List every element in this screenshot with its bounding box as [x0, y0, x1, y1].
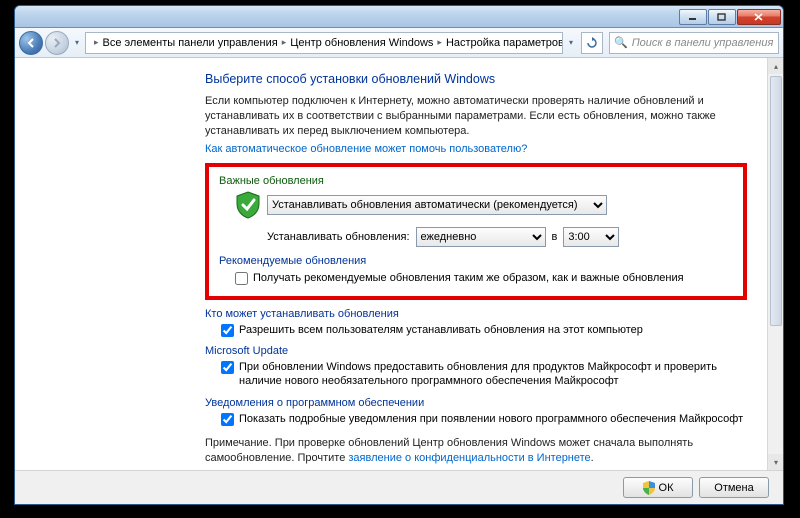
refresh-button[interactable]: [581, 32, 603, 54]
update-time-select[interactable]: 3:00: [563, 227, 619, 247]
breadcrumb-item[interactable]: Настройка параметров: [442, 37, 563, 49]
recommended-checkbox-label: Получать рекомендуемые обновления таким …: [253, 271, 684, 285]
uac-shield-icon: [643, 481, 655, 495]
window-frame: ▾ ▸ Все элементы панели управления ▸ Цен…: [14, 5, 784, 505]
msupdate-checkbox-label: При обновлении Windows предоставить обно…: [239, 360, 747, 389]
navigation-bar: ▾ ▸ Все элементы панели управления ▸ Цен…: [15, 28, 783, 58]
page-title: Выберите способ установки обновлений Win…: [205, 72, 747, 86]
privacy-link[interactable]: заявление о конфиденциальности в Интерне…: [348, 452, 590, 464]
intro-text: Если компьютер подключен к Интернету, мо…: [205, 94, 747, 139]
microsoft-update-label: Microsoft Update: [205, 345, 747, 357]
maximize-button[interactable]: [708, 9, 736, 25]
important-updates-label: Важные обновления: [219, 175, 733, 187]
content-area: ▴ ▾ Выберите способ установки обновлений…: [15, 58, 783, 470]
update-frequency-select[interactable]: ежедневно: [416, 227, 546, 247]
update-mode-select[interactable]: Устанавливать обновления автоматически (…: [267, 195, 607, 215]
address-dropdown[interactable]: ▾: [565, 33, 577, 53]
main-panel: Выберите способ установки обновлений Win…: [15, 58, 767, 470]
help-link[interactable]: Как автоматическое обновление может помо…: [205, 143, 527, 155]
allow-all-users-checkbox[interactable]: [221, 324, 234, 337]
cancel-button[interactable]: Отмена: [699, 477, 769, 498]
vertical-scrollbar[interactable]: ▴ ▾: [767, 58, 783, 470]
ok-button[interactable]: ОК: [623, 477, 693, 498]
software-notifications-label: Уведомления о программном обеспечении: [205, 397, 747, 409]
scroll-down-button[interactable]: ▾: [768, 454, 783, 470]
button-bar: ОК Отмена: [15, 470, 783, 504]
notifications-checkbox[interactable]: [221, 413, 234, 426]
close-button[interactable]: [737, 9, 781, 25]
breadcrumb-item[interactable]: Все элементы панели управления: [99, 37, 282, 49]
scroll-thumb[interactable]: [770, 76, 782, 326]
allow-all-users-label: Разрешить всем пользователям устанавлива…: [239, 323, 643, 337]
privacy-note: Примечание. При проверке обновлений Цент…: [205, 436, 747, 466]
highlighted-settings-box: Важные обновления Устанавливать обновлен…: [205, 163, 747, 300]
shield-icon: [235, 191, 261, 219]
who-can-install-label: Кто может устанавливать обновления: [205, 308, 747, 320]
at-label: в: [552, 231, 558, 243]
forward-button[interactable]: [45, 31, 69, 55]
search-placeholder: Поиск в панели управления: [632, 37, 774, 49]
search-input[interactable]: 🔍 Поиск в панели управления: [609, 32, 779, 54]
search-icon: 🔍: [614, 36, 628, 49]
minimize-button[interactable]: [679, 9, 707, 25]
address-bar[interactable]: ▸ Все элементы панели управления ▸ Центр…: [85, 32, 563, 54]
back-button[interactable]: [19, 31, 43, 55]
breadcrumb-item[interactable]: Центр обновления Windows: [286, 37, 437, 49]
titlebar[interactable]: [15, 6, 783, 28]
recommended-checkbox[interactable]: [235, 272, 248, 285]
scroll-up-button[interactable]: ▴: [768, 58, 783, 74]
notifications-checkbox-label: Показать подробные уведомления при появл…: [239, 412, 743, 426]
nav-history-dropdown[interactable]: ▾: [71, 33, 83, 53]
recommended-updates-label: Рекомендуемые обновления: [219, 255, 733, 267]
msupdate-checkbox[interactable]: [221, 361, 234, 374]
schedule-label: Устанавливать обновления:: [267, 231, 410, 243]
